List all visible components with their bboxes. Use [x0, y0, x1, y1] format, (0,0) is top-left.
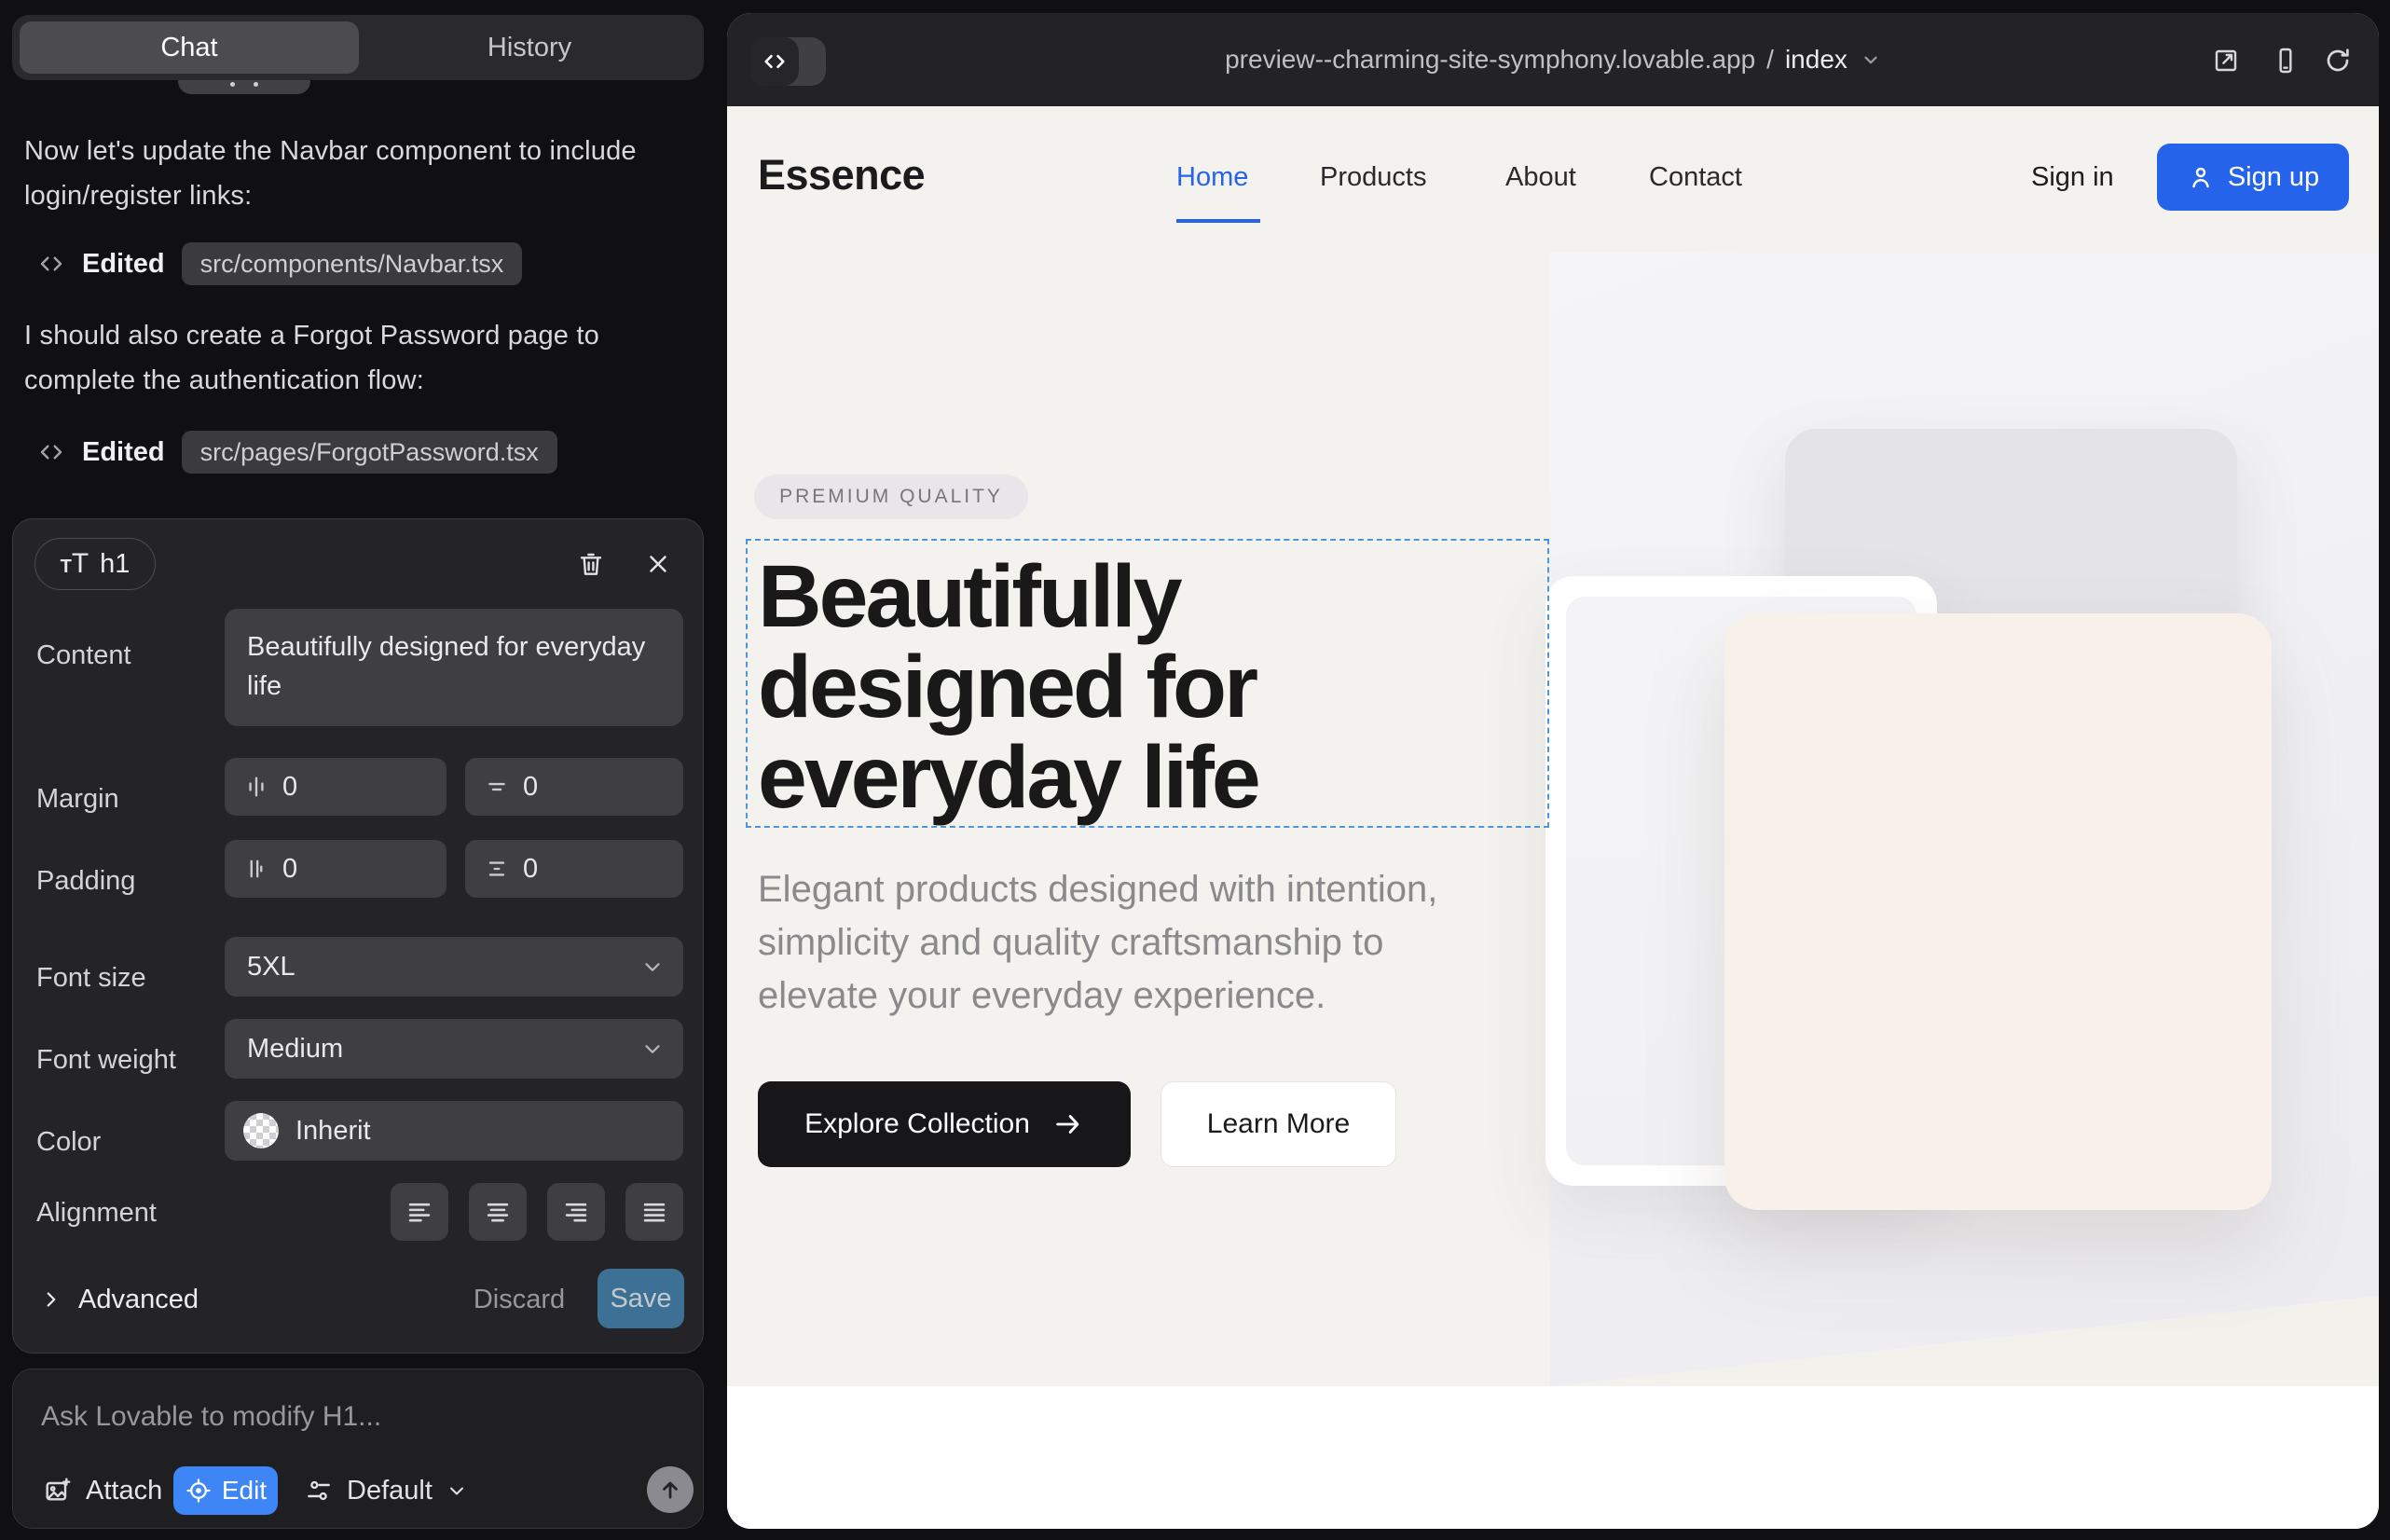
margin-x-input[interactable]: 0 [225, 758, 446, 816]
chevron-down-icon [640, 955, 665, 979]
align-right-icon [560, 1196, 592, 1228]
arrow-up-icon [657, 1477, 683, 1503]
scrolled-chip-partial [178, 80, 310, 94]
content-label: Content [36, 640, 131, 671]
advanced-toggle[interactable]: Advanced [39, 1271, 199, 1328]
chat-prompt-box: Attach Edit Default [12, 1368, 704, 1529]
font-size-label: Font size [36, 963, 146, 994]
selected-element-tag[interactable]: TT h1 [34, 538, 156, 590]
color-label: Color [36, 1127, 101, 1158]
align-left-button[interactable] [391, 1183, 448, 1241]
code-icon [37, 438, 65, 466]
discard-button[interactable]: Discard [468, 1271, 570, 1328]
tab-chat[interactable]: Chat [20, 21, 359, 74]
nav-link-home[interactable]: Home [1176, 162, 1248, 193]
chevron-down-icon [1861, 49, 1881, 70]
font-weight-label: Font weight [36, 1045, 176, 1076]
refresh-icon [2323, 46, 2355, 76]
premium-quality-badge: PREMIUM QUALITY [754, 474, 1028, 519]
prompt-input[interactable] [41, 1394, 656, 1440]
sliders-icon [304, 1476, 334, 1506]
learn-more-button[interactable]: Learn More [1161, 1081, 1396, 1167]
align-center-button[interactable] [469, 1183, 527, 1241]
user-icon [2187, 163, 2215, 191]
close-panel-button[interactable] [636, 542, 680, 586]
attach-image-icon [43, 1476, 73, 1506]
mobile-phone-icon [2271, 46, 2302, 76]
margin-y-input[interactable]: 0 [465, 758, 683, 816]
file-chip[interactable]: src/components/Navbar.tsx [182, 242, 523, 285]
save-button[interactable]: Save [598, 1269, 684, 1328]
hero-paragraph: Elegant products designed with intention… [758, 863, 1437, 1023]
chevron-right-icon [39, 1287, 63, 1312]
mobile-view-button[interactable] [2271, 46, 2302, 77]
open-external-button[interactable] [2211, 46, 2243, 77]
edited-label: Edited [82, 437, 165, 468]
margin-label: Margin [36, 784, 119, 815]
sign-in-link[interactable]: Sign in [2031, 162, 2114, 193]
url-domain: preview--charming-site-symphony.lovable.… [1225, 45, 1755, 75]
nav-link-products[interactable]: Products [1320, 162, 1426, 193]
edit-mode-button[interactable]: Edit [173, 1466, 278, 1515]
padding-x-icon [243, 856, 269, 882]
edit-target-icon [185, 1477, 213, 1505]
content-input[interactable]: Beautifully designed for everyday life [225, 609, 683, 726]
external-link-icon [2211, 46, 2243, 76]
padding-y-input[interactable]: 0 [465, 840, 683, 898]
site-logo[interactable]: Essence [758, 151, 925, 199]
url-bar[interactable]: preview--charming-site-symphony.lovable.… [727, 13, 2379, 106]
edited-file-row: Edited src/pages/ForgotPassword.tsx [37, 431, 557, 474]
nav-link-contact[interactable]: Contact [1649, 162, 1742, 193]
sign-up-button[interactable]: Sign up [2157, 144, 2349, 211]
nav-active-underline [1176, 219, 1260, 223]
url-page: index [1785, 45, 1847, 75]
attach-button[interactable]: Attach [43, 1466, 162, 1515]
site-preview: Essence Home Products About Contact Sign… [727, 106, 2379, 1529]
section-below-hero [727, 1386, 2379, 1529]
preview-browser-panel: preview--charming-site-symphony.lovable.… [727, 13, 2379, 1529]
align-center-icon [482, 1196, 514, 1228]
type-icon: TT [61, 548, 89, 580]
color-swatch [243, 1113, 279, 1148]
margin-x-icon [243, 774, 269, 800]
tab-history[interactable]: History [363, 21, 696, 74]
close-icon [644, 550, 672, 578]
chevron-down-icon [446, 1479, 468, 1502]
padding-x-input[interactable]: 0 [225, 840, 446, 898]
margin-y-icon [484, 774, 510, 800]
decor-card-beige [1724, 613, 2272, 1210]
align-justify-icon [639, 1196, 670, 1228]
model-default-selector[interactable]: Default [304, 1466, 468, 1515]
chat-message: I should also create a Forgot Password p… [24, 313, 682, 403]
hero-heading[interactable]: Beautifully designed for everyday life [758, 552, 1258, 823]
color-select[interactable]: Inherit [225, 1101, 683, 1161]
nav-link-about[interactable]: About [1505, 162, 1576, 193]
browser-toolbar: preview--charming-site-symphony.lovable.… [727, 13, 2379, 106]
chat-history-tabs: Chat History [12, 15, 704, 80]
chevron-down-icon [640, 1037, 665, 1061]
delete-element-button[interactable] [569, 542, 613, 586]
explore-collection-button[interactable]: Explore Collection [758, 1081, 1131, 1167]
align-left-icon [404, 1196, 435, 1228]
trash-icon [576, 549, 606, 579]
align-justify-button[interactable] [625, 1183, 683, 1241]
app-window: Chat History Now let's update the Navbar… [0, 0, 2390, 1540]
file-chip[interactable]: src/pages/ForgotPassword.tsx [182, 431, 557, 474]
font-weight-select[interactable]: Medium [225, 1019, 683, 1079]
send-button[interactable] [647, 1466, 694, 1513]
edited-file-row: Edited src/components/Navbar.tsx [37, 242, 522, 285]
edited-label: Edited [82, 249, 165, 280]
refresh-button[interactable] [2323, 46, 2355, 77]
font-size-select[interactable]: 5XL [225, 937, 683, 997]
element-editor-panel: TT h1 Content Beautifully designed for e… [12, 518, 704, 1354]
align-right-button[interactable] [547, 1183, 605, 1241]
code-icon [37, 250, 65, 278]
padding-y-icon [484, 856, 510, 882]
alignment-label: Alignment [36, 1198, 157, 1229]
arrow-right-icon [1052, 1108, 1084, 1140]
padding-label: Padding [36, 866, 135, 897]
chat-message: Now let's update the Navbar component to… [24, 129, 682, 218]
